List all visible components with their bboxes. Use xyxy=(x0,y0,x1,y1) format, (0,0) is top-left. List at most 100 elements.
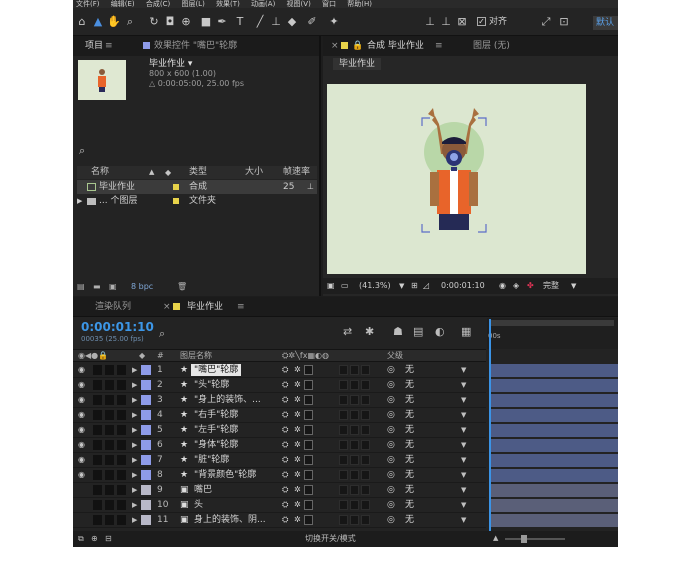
project-item-comp[interactable]: 毕业作业 合成 25 ⊥ xyxy=(77,180,317,194)
label-swatch[interactable] xyxy=(141,410,151,420)
layer-duration-bar[interactable] xyxy=(491,424,618,437)
menu-item-edit[interactable]: 编辑(E) xyxy=(111,0,135,8)
local-axis-icon[interactable]: ⊥ xyxy=(423,15,437,29)
adjustment-switch[interactable] xyxy=(350,470,359,480)
adjustment-switch[interactable] xyxy=(350,455,359,465)
layer-duration-bar[interactable] xyxy=(491,514,618,527)
col-name[interactable]: 名称 xyxy=(91,166,109,179)
layer-duration-bar[interactable] xyxy=(491,379,618,392)
parent-value[interactable]: 无 xyxy=(405,423,414,437)
audio-switch[interactable] xyxy=(93,455,102,465)
layer-name-header[interactable]: 图层名称 xyxy=(180,350,212,362)
lock-switch[interactable] xyxy=(117,515,126,525)
pan-behind-tool-icon[interactable]: ⊕ xyxy=(179,15,193,29)
audio-switch[interactable] xyxy=(93,500,102,510)
audio-switch[interactable] xyxy=(93,380,102,390)
lock-switch[interactable] xyxy=(117,500,126,510)
chevron-down-icon[interactable]: ▼ xyxy=(461,483,466,497)
menu-item-layer[interactable]: 图层(L) xyxy=(181,0,204,8)
quality-switch[interactable] xyxy=(304,380,313,390)
collapse-switch-icon[interactable]: ✲ xyxy=(294,378,301,392)
layer-switches-icon[interactable]: ⊕ xyxy=(91,531,98,546)
pickwhip-icon[interactable]: ◎ xyxy=(387,468,395,482)
adjustment-switch[interactable] xyxy=(350,500,359,510)
adjustment-switch[interactable] xyxy=(350,485,359,495)
collapse-switch-icon[interactable]: ✲ xyxy=(294,483,301,497)
quality-switch[interactable] xyxy=(304,410,313,420)
audio-switch[interactable] xyxy=(93,410,102,420)
solo-switch[interactable] xyxy=(105,515,114,525)
chevron-down-icon[interactable]: ▼ xyxy=(461,393,466,407)
transfer-controls-icon[interactable]: ⊟ xyxy=(105,531,112,546)
camera-tool-icon[interactable]: ◘ xyxy=(163,15,177,29)
quality-switch[interactable] xyxy=(304,470,313,480)
collapse-switch-icon[interactable]: ✲ xyxy=(294,468,301,482)
col-fps[interactable]: 帧速率 xyxy=(283,166,310,179)
adjustment-switch[interactable] xyxy=(350,410,359,420)
puppet-tool-icon[interactable]: ✦ xyxy=(327,15,341,29)
blend-switch[interactable] xyxy=(339,485,348,495)
bpc-label[interactable]: 8 bpc xyxy=(131,280,153,293)
pickwhip-icon[interactable]: ◎ xyxy=(387,438,395,452)
quality-switch[interactable] xyxy=(304,425,313,435)
chevron-down-icon[interactable]: ▼ xyxy=(461,453,466,467)
mask-icon[interactable]: ◿ xyxy=(423,278,429,294)
new-comp-icon[interactable]: ▣ xyxy=(109,280,117,293)
search-icon[interactable]: ⌕ xyxy=(159,327,165,341)
audio-switch[interactable] xyxy=(93,515,102,525)
collapse-switch-icon[interactable]: ✲ xyxy=(294,363,301,377)
layer-row[interactable]: ▶ 10 ▣ 头 ⛭ ✲ ◎ 无 ▼ xyxy=(73,498,486,513)
workspace-selector[interactable]: 默认 xyxy=(593,16,618,30)
search-icon[interactable]: ⌕ xyxy=(79,144,85,158)
layer-name[interactable]: "脏"轮廓 xyxy=(194,453,229,467)
blend-switch[interactable] xyxy=(339,515,348,525)
3d-switch[interactable] xyxy=(361,365,370,375)
composition-canvas[interactable] xyxy=(327,84,586,274)
roto-brush-tool-icon[interactable]: ✐ xyxy=(305,15,319,29)
adjustment-switch[interactable] xyxy=(350,365,359,375)
parent-value[interactable]: 无 xyxy=(405,513,414,527)
blend-switch[interactable] xyxy=(339,365,348,375)
audio-switch[interactable] xyxy=(93,425,102,435)
collapse-switch-icon[interactable]: ✲ xyxy=(294,393,301,407)
frame-blending-icon[interactable]: ▤ xyxy=(413,325,423,338)
layer-row[interactable]: ◉ ▶ 1 ★ "嘴巴"轮廓 ⛭ ✲ ◎ 无 ▼ xyxy=(73,363,486,378)
comp-info-name[interactable]: 毕业作业 ▾ xyxy=(149,59,244,69)
chevron-down-icon[interactable]: ▼ xyxy=(399,278,404,294)
collapse-switch-icon[interactable]: ✲ xyxy=(294,453,301,467)
layer-name[interactable]: "头"轮廓 xyxy=(194,378,229,392)
tab-layer[interactable]: 图层 (无) xyxy=(473,36,510,56)
audio-switch[interactable] xyxy=(93,485,102,495)
adjustment-switch[interactable] xyxy=(350,515,359,525)
lock-switch[interactable] xyxy=(117,410,126,420)
tab-project[interactable]: 项目 xyxy=(85,36,103,56)
expand-arrow-icon[interactable]: ▶ xyxy=(132,363,137,377)
panel-menu-icon[interactable]: ≡ xyxy=(435,36,443,56)
layer-name[interactable]: 嘴巴 xyxy=(194,483,212,497)
hand-tool-icon[interactable]: ✋ xyxy=(107,15,121,29)
trash-icon[interactable]: 🗑 xyxy=(177,280,187,293)
grid-icon[interactable]: ⊞ xyxy=(411,278,418,294)
expand-arrow-icon[interactable]: ▶ xyxy=(77,194,82,208)
tab-render-queue[interactable]: 渲染队列 xyxy=(95,297,131,317)
menu-item-animation[interactable]: 动画(A) xyxy=(251,0,275,8)
always-preview-icon[interactable]: ▣ xyxy=(327,278,335,294)
eye-icon[interactable]: ◉ xyxy=(78,468,85,482)
expand-arrow-icon[interactable]: ▶ xyxy=(132,498,137,512)
menu-item-composition[interactable]: 合成(C) xyxy=(146,0,170,8)
quality-switch[interactable] xyxy=(304,500,313,510)
home-icon[interactable]: ⌂ xyxy=(75,15,89,29)
menu-item-window[interactable]: 窗口 xyxy=(322,0,336,8)
label-swatch[interactable] xyxy=(141,500,151,510)
lock-switch[interactable] xyxy=(117,395,126,405)
expand-arrow-icon[interactable]: ▶ xyxy=(132,513,137,527)
layer-duration-bar[interactable] xyxy=(491,454,618,467)
3d-switch[interactable] xyxy=(361,410,370,420)
audio-switch[interactable] xyxy=(93,440,102,450)
chevron-down-icon[interactable]: ▼ xyxy=(461,408,466,422)
snapshot-icon[interactable]: ◉ xyxy=(499,278,506,294)
menu-item-file[interactable]: 文件(F) xyxy=(76,0,100,8)
expand-arrow-icon[interactable]: ▶ xyxy=(132,423,137,437)
solo-switch[interactable] xyxy=(105,470,114,480)
parent-value[interactable]: 无 xyxy=(405,408,414,422)
